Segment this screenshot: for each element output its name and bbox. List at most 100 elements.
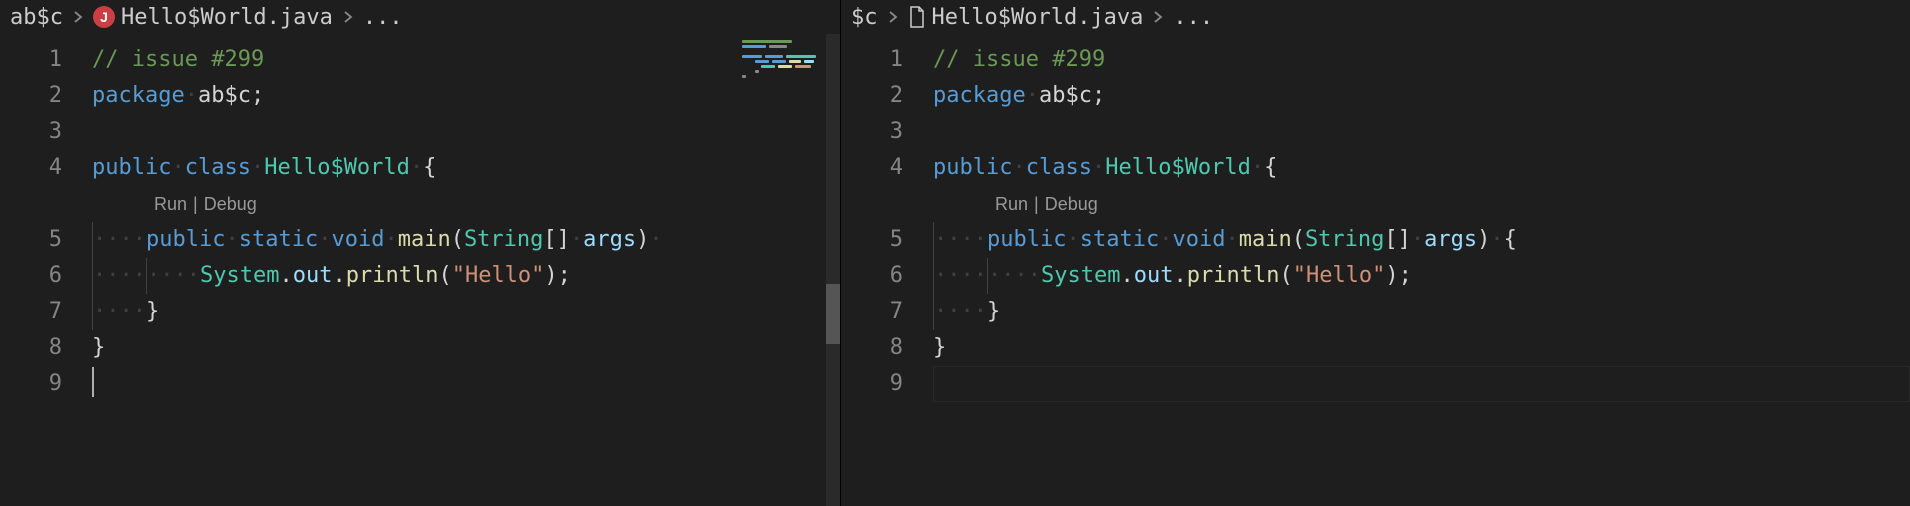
token-punc: ( [1279, 263, 1292, 288]
breadcrumb[interactable]: $c Hello$World.java ... [841, 0, 1910, 34]
line-number[interactable]: 4 [841, 150, 903, 186]
code-line[interactable]: ····} [933, 294, 1910, 330]
token-ws: · [570, 227, 583, 252]
editor-pane-right: $c Hello$World.java ... 1234 56789 // iss… [841, 0, 1910, 506]
line-number[interactable]: 2 [841, 78, 903, 114]
line-number[interactable]: 9 [841, 366, 903, 402]
breadcrumb-file[interactable]: J Hello$World.java [93, 5, 333, 30]
line-number[interactable]: 2 [0, 78, 62, 114]
code-line[interactable] [933, 366, 1910, 402]
token-ws: · [1225, 227, 1238, 252]
line-number[interactable]: 4 [0, 150, 62, 186]
line-number[interactable]: 6 [841, 258, 903, 294]
token-punc: ) [544, 263, 557, 288]
token-ws: · [185, 83, 198, 108]
codelens-run-link[interactable]: Run [995, 194, 1028, 214]
code-line[interactable]: ····public·static·void·main(String[]·arg… [92, 222, 738, 258]
line-number[interactable]: 5 [841, 222, 903, 258]
line-number[interactable]: 7 [0, 294, 62, 330]
token-keyword: static [1080, 227, 1159, 252]
token-punc: . [1173, 263, 1186, 288]
breadcrumb-more[interactable]: ... [363, 5, 403, 30]
token-keyword: static [239, 227, 318, 252]
code-line[interactable]: package·ab$c; [933, 78, 1910, 114]
breadcrumb-folder[interactable]: ab$c [10, 5, 63, 30]
token-punc: { [1504, 227, 1517, 252]
token-punc: { [423, 155, 436, 180]
line-number[interactable]: 9 [0, 366, 62, 402]
codelens-debug-link[interactable]: Debug [1045, 194, 1098, 214]
breadcrumb-file-label: Hello$World.java [121, 5, 333, 30]
minimap-scrollbar-thumb[interactable] [826, 284, 840, 344]
line-number[interactable]: 1 [841, 42, 903, 78]
token-ws: · [171, 155, 184, 180]
line-number[interactable]: 7 [841, 294, 903, 330]
code-line[interactable]: // issue #299 [933, 42, 1910, 78]
token-method: println [346, 263, 439, 288]
code-line[interactable]: ········System.out.println("Hello"); [92, 258, 738, 294]
code-line[interactable]: } [92, 330, 738, 366]
line-number-gutter[interactable]: 1234 56789 [841, 34, 933, 506]
java-file-icon: J [93, 6, 115, 28]
breadcrumb-more[interactable]: ... [1173, 5, 1213, 30]
token-punc: ) [1477, 227, 1490, 252]
generic-file-icon [908, 6, 926, 28]
codelens-run-link[interactable]: Run [154, 194, 187, 214]
line-number[interactable]: 1 [0, 42, 62, 78]
current-line-highlight [933, 366, 1910, 402]
token-comment: // issue #299 [933, 47, 1105, 72]
code-line[interactable]: // issue #299 [92, 42, 738, 78]
token-ws: · [1066, 227, 1079, 252]
line-number-gutter[interactable]: 1234 56789 [0, 34, 92, 506]
editor-body[interactable]: 1234 56789 // issue #299 package·ab$c; pub… [841, 34, 1910, 506]
line-number[interactable]: 8 [841, 330, 903, 366]
token-ws: · [1490, 227, 1503, 252]
code-line[interactable]: public·class·Hello$World·{ [92, 150, 738, 186]
codelens-separator: | [1034, 194, 1039, 214]
line-number[interactable] [0, 186, 62, 222]
code-line[interactable] [92, 114, 738, 150]
codelens-debug-link[interactable]: Debug [204, 194, 257, 214]
codelens: Run | Debug [933, 186, 1910, 222]
token-type: Hello$World [1105, 155, 1251, 180]
token-punc: ( [1292, 227, 1305, 252]
token-keyword: void [331, 227, 384, 252]
token-punc: ) [1385, 263, 1398, 288]
code-line[interactable]: ····public·static·void·main(String[]·arg… [933, 222, 1910, 258]
code-line[interactable] [933, 114, 1910, 150]
breadcrumb-folder[interactable]: $c [851, 5, 878, 30]
line-number[interactable]: 3 [0, 114, 62, 150]
minimap[interactable] [738, 34, 840, 506]
line-number[interactable]: 5 [0, 222, 62, 258]
breadcrumb-file[interactable]: Hello$World.java [908, 5, 1144, 30]
code-line[interactable] [92, 366, 738, 402]
line-number[interactable]: 3 [841, 114, 903, 150]
code-line[interactable]: package·ab$c; [92, 78, 738, 114]
chevron-right-icon [343, 7, 353, 28]
token-method: main [398, 227, 451, 252]
breadcrumb[interactable]: ab$c J Hello$World.java ... [0, 0, 840, 34]
code-line[interactable]: ········System.out.println("Hello"); [933, 258, 1910, 294]
token-keyword: package [92, 83, 185, 108]
editor-body[interactable]: 1234 56789 // issue #299package·ab$c; pub… [0, 34, 840, 506]
breadcrumb-more-label: ... [1173, 5, 1213, 30]
token-var: out [293, 263, 333, 288]
token-string: "Hello" [452, 263, 545, 288]
token-punc: { [1264, 155, 1277, 180]
code-area[interactable]: // issue #299 package·ab$c; public·class·… [933, 34, 1910, 506]
token-type: System [200, 263, 279, 288]
token-keyword: public [987, 227, 1066, 252]
token-string: "Hello" [1293, 263, 1386, 288]
minimap-scrollbar-track[interactable] [826, 34, 840, 506]
code-line[interactable]: public·class·Hello$World·{ [933, 150, 1910, 186]
line-number[interactable]: 6 [0, 258, 62, 294]
line-number[interactable] [841, 186, 903, 222]
code-area[interactable]: // issue #299package·ab$c; public·class·… [92, 34, 738, 506]
token-ws: · [410, 155, 423, 180]
token-punc: . [332, 263, 345, 288]
line-number[interactable]: 8 [0, 330, 62, 366]
code-line[interactable]: ····} [92, 294, 738, 330]
codelens: Run|Debug [92, 186, 738, 222]
code-line[interactable]: } [933, 330, 1910, 366]
token-type: String [464, 227, 543, 252]
